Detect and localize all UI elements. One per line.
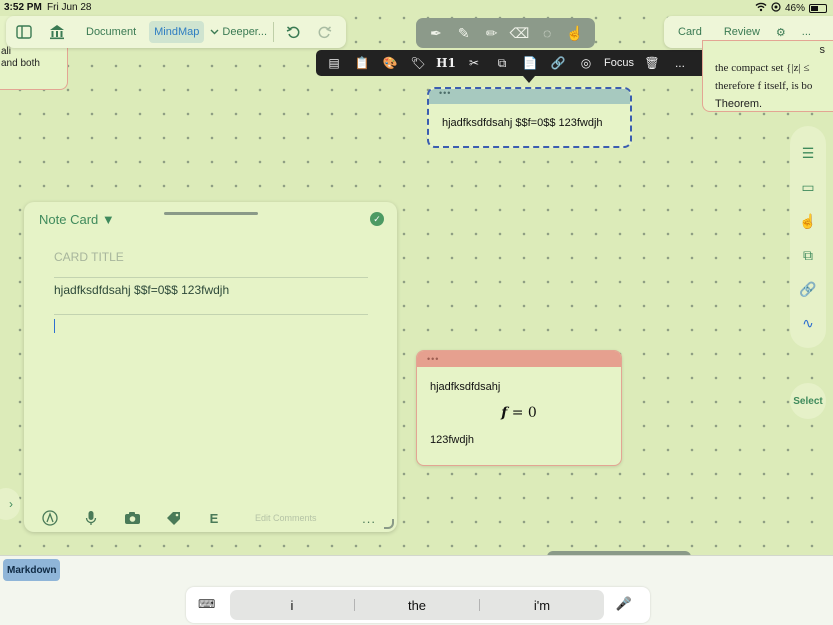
keyboard-suggestion-bar: ⌨ i the i'm 🎤 bbox=[186, 587, 650, 623]
note-card-more-button[interactable]: ... bbox=[362, 511, 376, 526]
card-header[interactable]: ••• bbox=[417, 351, 621, 367]
dictation-microphone-icon[interactable]: 🎤 bbox=[616, 596, 632, 612]
clipboard-add-icon[interactable]: 📋 bbox=[348, 52, 376, 74]
excerpt-icon[interactable]: E bbox=[200, 511, 228, 526]
card-button[interactable]: Card bbox=[670, 26, 710, 38]
battery-percent: 46% bbox=[784, 3, 805, 14]
link-icon[interactable]: 🔗 bbox=[799, 272, 816, 306]
math-variable: f bbox=[501, 405, 508, 421]
selected-card[interactable]: ••• hjadfksdfdsahj $$f=0$$ 123fwdjh bbox=[427, 87, 632, 148]
partial-card-right-line0: s bbox=[819, 44, 826, 56]
edit-card-icon[interactable]: ▤ bbox=[320, 52, 348, 74]
more-button[interactable]: ... bbox=[794, 26, 819, 38]
card-drag-dots-icon: ••• bbox=[439, 88, 452, 98]
location-icon bbox=[771, 2, 781, 15]
select-button[interactable]: Select bbox=[790, 383, 826, 419]
top-left-toolbar: Document MindMap Deeper... bbox=[6, 16, 346, 48]
chevron-down-icon bbox=[210, 26, 219, 38]
toolbar-divider bbox=[273, 22, 275, 42]
edit-comments-label[interactable]: Edit Comments bbox=[255, 513, 317, 523]
status-date: Fri Jun 28 bbox=[47, 2, 92, 13]
pen-circle-icon[interactable] bbox=[36, 510, 64, 526]
pen-palette: ✒ ✎ ✏ ⌫ ◌ ☝ bbox=[416, 18, 595, 48]
status-indicators: 46% bbox=[755, 2, 827, 15]
keyboard-accessory-bar: Markdown bbox=[0, 555, 833, 585]
partial-card-right-line1: the compact set {|z| ≤ bbox=[715, 62, 810, 74]
keyboard-suggestion-area: ⌨ i the i'm 🎤 bbox=[0, 585, 833, 625]
note-card-type-dropdown[interactable]: Note Card ▼ bbox=[39, 212, 115, 227]
card-header[interactable]: ••• bbox=[429, 89, 630, 104]
partial-card-right-line2: therefore f itself, is bo bbox=[715, 80, 813, 92]
selected-card-text: hjadfksdfdsahj $$f=0$$ 123fwdjh bbox=[442, 117, 603, 129]
palette-icon[interactable]: 🎨 bbox=[376, 52, 404, 74]
note-card-bottom-toolbar: E Edit Comments ... bbox=[36, 507, 386, 529]
sidebar-toggle-icon[interactable] bbox=[6, 21, 42, 43]
battery-icon bbox=[809, 4, 827, 13]
note-card-panel: Note Card ▼ ✓ hjadfksdfdsahj $$f=0$$ 123… bbox=[24, 202, 397, 532]
markdown-button[interactable]: Markdown bbox=[3, 559, 61, 581]
review-card-icon[interactable]: ◎ bbox=[572, 52, 600, 74]
suggestion-word[interactable]: the bbox=[355, 598, 479, 613]
suggestion-word[interactable]: i'm bbox=[480, 598, 604, 613]
text-caret bbox=[54, 319, 55, 333]
comment-editor[interactable] bbox=[54, 317, 368, 497]
eraser-tool-icon[interactable]: ⌫ bbox=[509, 23, 529, 43]
copy-cards-icon[interactable]: ⧉ bbox=[803, 238, 813, 272]
library-icon[interactable] bbox=[42, 21, 72, 43]
wifi-icon bbox=[755, 2, 767, 15]
status-time: 3:52 PM bbox=[4, 2, 42, 13]
context-menu: ▤ 📋 🎨 🏷 H1 ✂ ⧉ 📄 🔗 ◎ Focus 🗑 ... bbox=[316, 50, 742, 76]
copy-icon[interactable]: ⧉ bbox=[488, 52, 516, 74]
keyboard-icon[interactable]: ⌨ bbox=[198, 597, 215, 611]
mindmap-button[interactable]: MindMap bbox=[149, 21, 205, 43]
review-settings-icon[interactable]: ⚙ bbox=[768, 26, 794, 39]
card-content-text[interactable]: hjadfksdfdsahj $$f=0$$ 123fwdjh bbox=[54, 283, 368, 315]
lasso-tool-icon[interactable]: ◌ bbox=[537, 23, 557, 43]
suggestion-word[interactable]: i bbox=[230, 598, 354, 613]
tag-icon[interactable] bbox=[159, 511, 187, 526]
list-outline-icon[interactable]: ☰ bbox=[802, 136, 815, 170]
context-menu-pointer bbox=[523, 76, 535, 83]
undo-icon[interactable] bbox=[280, 21, 306, 43]
more-menu-button[interactable]: ... bbox=[666, 52, 694, 74]
panel-drag-handle[interactable] bbox=[164, 212, 258, 215]
paste-icon[interactable]: 📄 bbox=[516, 52, 544, 74]
expand-panel-chevron-icon[interactable]: › bbox=[0, 488, 20, 520]
redo-icon[interactable] bbox=[312, 21, 338, 43]
formula-card[interactable]: ••• hjadfksdfdsahj f = 0 123fwdjh bbox=[416, 350, 622, 466]
formula-card-math: f = 0 bbox=[417, 405, 621, 421]
status-bar: 3:52 PM Fri Jun 28 46% bbox=[0, 0, 833, 16]
delete-icon[interactable]: 🗑 bbox=[638, 52, 666, 74]
suggestion-words: i the i'm bbox=[230, 590, 604, 620]
pen-tool-icon[interactable]: ✒ bbox=[426, 23, 446, 43]
deeper-label: Deeper... bbox=[222, 26, 268, 38]
pointer-hand-icon[interactable]: ☝ bbox=[799, 204, 816, 238]
partial-card-left-line2: and both bbox=[1, 58, 40, 69]
review-button[interactable]: Review bbox=[716, 26, 768, 38]
done-check-icon[interactable]: ✓ bbox=[370, 212, 384, 226]
formula-card-text-line1: hjadfksdfdsahj bbox=[430, 381, 501, 393]
marker-tool-icon[interactable]: ✏ bbox=[482, 23, 502, 43]
document-button[interactable]: Document bbox=[86, 21, 136, 43]
cut-icon[interactable]: ✂ bbox=[460, 52, 488, 74]
layout-icon[interactable]: ▭ bbox=[801, 170, 814, 204]
squiggle-icon[interactable]: ∿ bbox=[802, 306, 814, 340]
partial-card-right-line3: Theorem. bbox=[715, 98, 763, 110]
highlighter-tool-icon[interactable]: ✎ bbox=[454, 23, 474, 43]
heading-button[interactable]: H1 bbox=[432, 52, 460, 74]
partial-card-right[interactable]: s the compact set {|z| ≤ therefore f its… bbox=[702, 40, 833, 112]
deeper-dropdown[interactable]: Deeper... bbox=[210, 21, 267, 43]
resize-handle-icon[interactable] bbox=[384, 519, 394, 529]
right-side-toolbar: ☰ ▭ ☝ ⧉ 🔗 ∿ bbox=[790, 126, 826, 348]
link-icon[interactable]: 🔗 bbox=[544, 52, 572, 74]
tag-icon[interactable]: 🏷 bbox=[404, 52, 432, 74]
hand-tool-icon[interactable]: ☝ bbox=[565, 23, 585, 43]
card-drag-dots-icon: ••• bbox=[427, 354, 440, 364]
camera-icon[interactable] bbox=[118, 511, 146, 525]
formula-card-text-line3: 123fwdjh bbox=[430, 434, 475, 446]
microphone-icon[interactable] bbox=[77, 510, 105, 526]
card-title-input[interactable] bbox=[54, 250, 368, 278]
focus-button[interactable]: Focus bbox=[600, 52, 638, 74]
math-expression: = 0 bbox=[511, 405, 537, 421]
